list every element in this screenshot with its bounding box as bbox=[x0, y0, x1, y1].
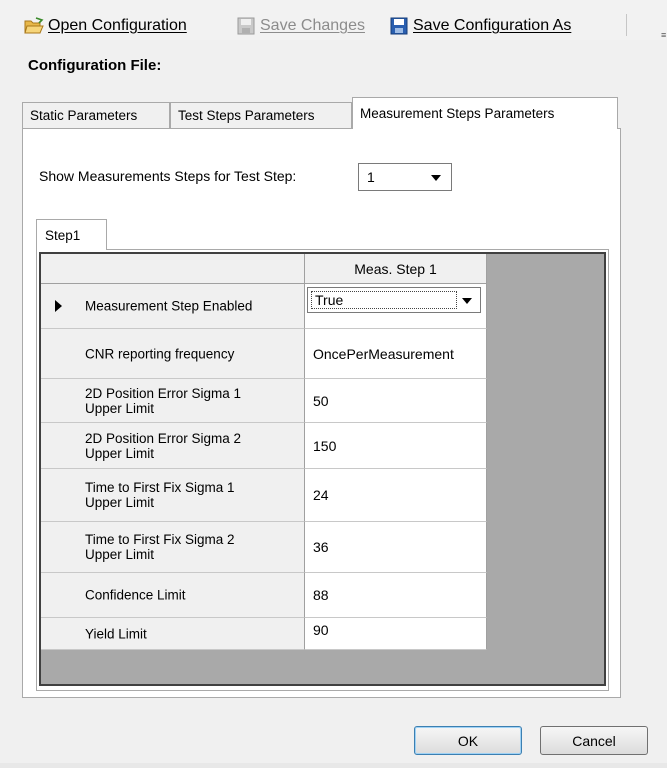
cell-value: 36 bbox=[313, 539, 329, 555]
tab-measurement-steps-parameters[interactable]: Measurement Steps Parameters bbox=[352, 97, 618, 129]
cell-value: 50 bbox=[313, 392, 329, 409]
tab-step1-label: Step1 bbox=[45, 227, 81, 243]
toolbar-separator bbox=[626, 14, 627, 36]
table-row: Yield Limit 90 bbox=[41, 618, 487, 650]
row-header[interactable]: Measurement Step Enabled bbox=[41, 284, 305, 329]
measurement-step-enabled-dropdown[interactable]: True bbox=[307, 287, 481, 313]
grid-cell[interactable]: 150 bbox=[305, 423, 487, 469]
save-changes-label: Save Changes bbox=[260, 17, 365, 34]
test-step-dropdown[interactable]: 1 bbox=[358, 163, 452, 191]
tab-static-parameters-label: Static Parameters bbox=[30, 108, 138, 123]
save-disk-icon bbox=[236, 17, 256, 35]
tab-test-steps-parameters[interactable]: Test Steps Parameters bbox=[170, 102, 352, 128]
save-changes-button[interactable]: Save Changes bbox=[236, 14, 365, 38]
chevron-down-icon bbox=[462, 298, 472, 304]
row-label: Yield Limit bbox=[85, 626, 147, 641]
tab-step1[interactable]: Step1 bbox=[36, 219, 107, 250]
cell-value: 90 bbox=[313, 622, 329, 638]
open-folder-icon bbox=[24, 17, 44, 35]
table-row: Measurement Step Enabled True bbox=[41, 284, 487, 329]
tab-static-parameters[interactable]: Static Parameters bbox=[22, 102, 170, 128]
cell-value: 88 bbox=[313, 587, 329, 603]
ok-button[interactable]: OK bbox=[414, 726, 522, 755]
save-as-disk-icon bbox=[389, 17, 409, 35]
row-header[interactable]: 2D Position Error Sigma 2 Upper Limit bbox=[41, 423, 305, 469]
tab-test-steps-parameters-label: Test Steps Parameters bbox=[178, 108, 315, 123]
table-row: Time to First Fix Sigma 1 Upper Limit 24 bbox=[41, 469, 487, 522]
column-header-meas-step-1[interactable]: Meas. Step 1 bbox=[305, 254, 487, 284]
row-header[interactable]: Time to First Fix Sigma 1 Upper Limit bbox=[41, 469, 305, 522]
chevron-down-icon bbox=[431, 175, 441, 181]
grid-cell[interactable]: 24 bbox=[305, 469, 487, 522]
configuration-file-label: Configuration File: bbox=[28, 57, 162, 74]
grid-cell[interactable]: 88 bbox=[305, 573, 487, 618]
grid-cell[interactable]: 90 bbox=[305, 618, 487, 650]
dropdown-value: True bbox=[311, 291, 457, 309]
status-bar bbox=[0, 763, 667, 768]
toolbar: Open Configuration Save Changes Save Con… bbox=[0, 0, 667, 40]
table-row: 2D Position Error Sigma 1 Upper Limit 50 bbox=[41, 379, 487, 423]
test-step-selector-label: Show Measurements Steps for Test Step: bbox=[39, 168, 297, 184]
row-label: Measurement Step Enabled bbox=[85, 298, 253, 314]
measurement-steps-grid: Meas. Step 1 Measurement Step Enabled Tr… bbox=[39, 252, 606, 686]
open-configuration-button[interactable]: Open Configuration bbox=[24, 14, 187, 38]
row-label: Time to First Fix Sigma 2 Upper Limit bbox=[85, 532, 235, 562]
grid-cell[interactable]: 36 bbox=[305, 522, 487, 573]
cancel-button[interactable]: Cancel bbox=[540, 726, 648, 755]
row-header[interactable]: Time to First Fix Sigma 2 Upper Limit bbox=[41, 522, 305, 573]
table-row: Confidence Limit 88 bbox=[41, 573, 487, 618]
grid-cell[interactable]: OncePerMeasurement bbox=[305, 329, 487, 379]
row-header[interactable]: CNR reporting frequency bbox=[41, 329, 305, 379]
open-configuration-label: Open Configuration bbox=[48, 17, 187, 34]
save-configuration-as-label: Save Configuration As bbox=[413, 17, 572, 34]
row-label: Confidence Limit bbox=[85, 587, 186, 603]
row-label: 2D Position Error Sigma 1 Upper Limit bbox=[85, 385, 242, 416]
row-header[interactable]: Yield Limit bbox=[41, 618, 305, 650]
table-row: 2D Position Error Sigma 2 Upper Limit 15… bbox=[41, 423, 487, 469]
row-header[interactable]: Confidence Limit bbox=[41, 573, 305, 618]
cell-value: OncePerMeasurement bbox=[313, 345, 454, 362]
toolbar-overflow-icon[interactable]: ≡ bbox=[661, 30, 666, 40]
cell-value: 150 bbox=[313, 437, 337, 454]
save-configuration-as-button[interactable]: Save Configuration As bbox=[389, 14, 571, 38]
cell-value: 24 bbox=[313, 487, 329, 503]
row-label: 2D Position Error Sigma 2 Upper Limit bbox=[85, 430, 242, 461]
grid-corner-header bbox=[41, 254, 305, 284]
table-row: CNR reporting frequency OncePerMeasureme… bbox=[41, 329, 487, 379]
grid-cell[interactable]: 50 bbox=[305, 379, 487, 423]
row-label: CNR reporting frequency bbox=[85, 346, 235, 361]
current-row-pointer-icon bbox=[55, 300, 62, 312]
table-row: Time to First Fix Sigma 2 Upper Limit 36 bbox=[41, 522, 487, 573]
test-step-dropdown-value: 1 bbox=[367, 169, 375, 185]
row-header[interactable]: 2D Position Error Sigma 1 Upper Limit bbox=[41, 379, 305, 423]
tab-measurement-steps-parameters-label: Measurement Steps Parameters bbox=[360, 106, 555, 121]
row-label: Time to First Fix Sigma 1 Upper Limit bbox=[85, 480, 235, 510]
grid-cell[interactable]: True bbox=[305, 284, 487, 329]
